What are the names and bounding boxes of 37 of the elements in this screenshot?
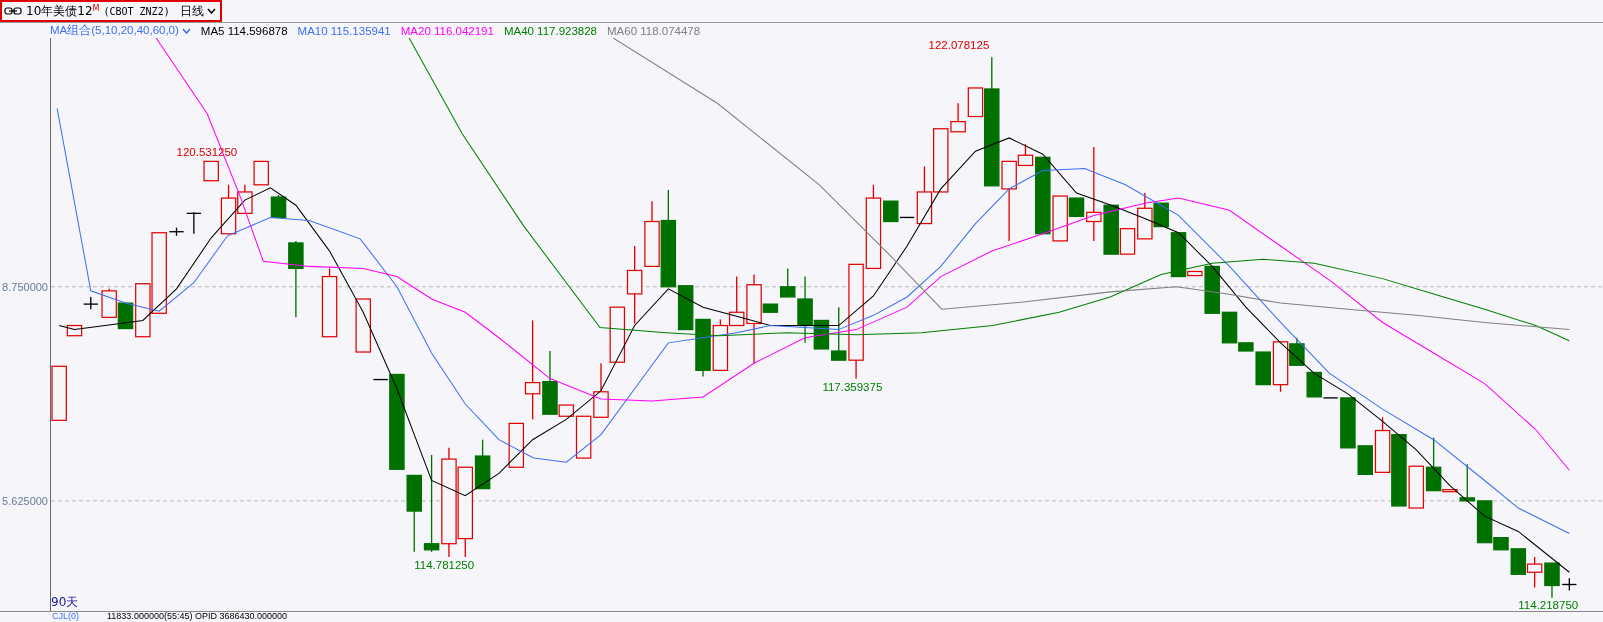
indicator-name: CJL(0) [52, 612, 79, 621]
candlestick [101, 288, 117, 319]
price-label: 117.359375 [822, 380, 883, 393]
candlestick [355, 298, 371, 353]
candlestick [593, 362, 609, 418]
candlestick [83, 296, 99, 310]
contract-label: M [92, 4, 100, 13]
candlestick [321, 267, 338, 338]
ma-value-label: MA5 114.596878 [200, 24, 288, 37]
candlestick [51, 365, 67, 421]
chevron-down-icon [181, 27, 191, 34]
candlestick [695, 318, 711, 378]
indicator-reading: 11833.000000(55:45) OPID 3686430.000000 [107, 612, 287, 621]
period-dropdown[interactable]: 日线 [179, 2, 216, 20]
instrument-title: 10年美债12 [26, 2, 93, 20]
price-label: 114.218750 [1518, 598, 1579, 611]
axis-label: 8.750000 [2, 280, 48, 293]
symbol-code: (CBOT ZNZ2) [103, 5, 170, 17]
candlestick [203, 160, 219, 182]
candlestick [66, 324, 83, 337]
ma-value-label: MA20 116.042191 [400, 24, 494, 37]
ma-value-label: MA10 115.135941 [297, 24, 391, 37]
range-label: 90天 [51, 594, 79, 611]
candlestick [270, 194, 287, 219]
chevron-down-icon [206, 8, 216, 14]
candlestick [1526, 556, 1543, 589]
ma-group-dropdown[interactable]: MA组合(5,10,20,40,60,0) [50, 23, 191, 38]
candlestick [253, 160, 269, 186]
ma-value-label: MA60 118.074478 [607, 24, 701, 37]
axis-label: 5.625000 [2, 494, 48, 507]
ma-value-label: MA40 117.923828 [503, 24, 597, 37]
candlestick [712, 318, 729, 372]
candlestick [609, 306, 626, 363]
candlestick [508, 422, 525, 468]
link-icon [4, 7, 22, 15]
price-label: 114.781250 [414, 559, 475, 572]
price-label: 122.078125 [928, 39, 990, 52]
